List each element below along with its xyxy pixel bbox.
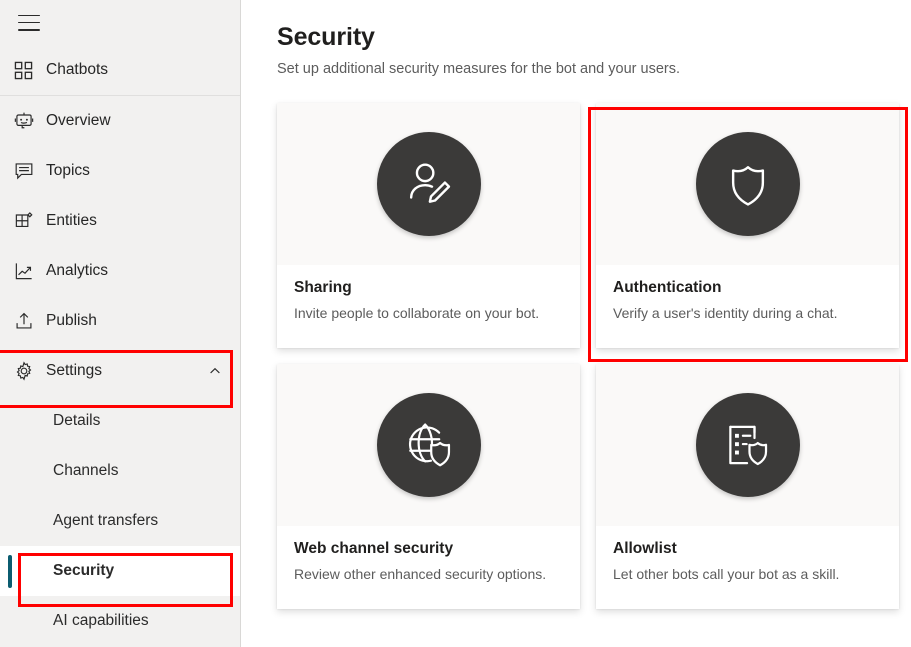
sidebar-item-publish[interactable]: Publish <box>0 296 240 346</box>
card-body: Allowlist Let other bots call your bot a… <box>596 526 899 609</box>
line-chart-icon <box>14 261 46 281</box>
sidebar-item-topics[interactable]: Topics <box>0 146 240 196</box>
card-description: Review other enhanced security options. <box>294 566 563 582</box>
sidebar-item-label: Publish <box>46 312 97 330</box>
card-sharing[interactable]: Sharing Invite people to collaborate on … <box>277 103 580 348</box>
card-allowlist[interactable]: Allowlist Let other bots call your bot a… <box>596 364 899 609</box>
globe-shield-icon <box>402 418 456 472</box>
entities-grid-icon <box>14 211 46 231</box>
sidebar-item-entities[interactable]: Entities <box>0 196 240 246</box>
hamburger-icon[interactable] <box>18 15 40 31</box>
page-title: Security <box>277 22 911 53</box>
sidebar: Chatbots Overview <box>0 0 241 647</box>
card-body: Sharing Invite people to collaborate on … <box>277 265 580 348</box>
gear-icon <box>14 361 46 381</box>
sidebar-subitem-label: Security <box>53 562 114 580</box>
card-title: Web channel security <box>294 540 563 558</box>
chat-bubble-icon <box>14 161 46 181</box>
card-icon-area <box>277 364 580 526</box>
shield-icon <box>722 158 774 210</box>
upload-icon <box>14 311 46 331</box>
sidebar-item-channels[interactable]: Channels <box>0 446 240 496</box>
card-title: Sharing <box>294 279 563 297</box>
sidebar-item-label: Overview <box>46 112 111 130</box>
sidebar-subitem-label: Details <box>53 412 100 430</box>
hamburger-row <box>0 0 240 45</box>
card-icon-area <box>277 103 580 265</box>
selection-indicator <box>8 555 12 588</box>
sidebar-item-label: Entities <box>46 212 97 230</box>
person-edit-icon <box>402 157 456 211</box>
icon-circle <box>377 132 481 236</box>
list-shield-icon <box>722 419 774 471</box>
page-subtitle: Set up additional security measures for … <box>277 61 911 77</box>
chevron-up-icon[interactable] <box>208 364 222 378</box>
sidebar-item-label: Topics <box>46 162 90 180</box>
sidebar-subitem-label: AI capabilities <box>53 612 149 630</box>
sidebar-item-label: Chatbots <box>46 61 108 79</box>
sidebar-item-label: Settings <box>46 362 208 380</box>
card-icon-area <box>596 103 899 265</box>
icon-circle <box>377 393 481 497</box>
sidebar-item-label: Analytics <box>46 262 108 280</box>
sidebar-subitem-label: Channels <box>53 462 119 480</box>
sidebar-item-overview[interactable]: Overview <box>0 96 240 146</box>
sidebar-subitem-label: Agent transfers <box>53 512 158 530</box>
sidebar-item-details[interactable]: Details <box>0 396 240 446</box>
sidebar-item-analytics[interactable]: Analytics <box>0 246 240 296</box>
card-web-channel-security[interactable]: Web channel security Review other enhanc… <box>277 364 580 609</box>
card-description: Let other bots call your bot as a skill. <box>613 566 882 582</box>
sidebar-item-ai-capabilities[interactable]: AI capabilities <box>0 596 240 646</box>
sidebar-item-security[interactable]: Security <box>0 546 240 596</box>
card-body: Web channel security Review other enhanc… <box>277 526 580 609</box>
app-root: Chatbots Overview <box>0 0 911 647</box>
card-description: Verify a user's identity during a chat. <box>613 305 882 321</box>
card-body: Authentication Verify a user's identity … <box>596 265 899 348</box>
bot-icon <box>14 111 46 131</box>
card-title: Allowlist <box>613 540 882 558</box>
sidebar-item-agent-transfers[interactable]: Agent transfers <box>0 496 240 546</box>
card-authentication[interactable]: Authentication Verify a user's identity … <box>596 103 899 348</box>
security-cards-grid: Sharing Invite people to collaborate on … <box>277 103 899 609</box>
grid-apps-icon <box>14 61 46 80</box>
sidebar-item-chatbots[interactable]: Chatbots <box>0 45 240 95</box>
card-description: Invite people to collaborate on your bot… <box>294 305 563 321</box>
sidebar-item-settings[interactable]: Settings <box>0 346 240 396</box>
card-icon-area <box>596 364 899 526</box>
icon-circle <box>696 393 800 497</box>
card-title: Authentication <box>613 279 882 297</box>
icon-circle <box>696 132 800 236</box>
main-content: Security Set up additional security meas… <box>241 0 911 647</box>
